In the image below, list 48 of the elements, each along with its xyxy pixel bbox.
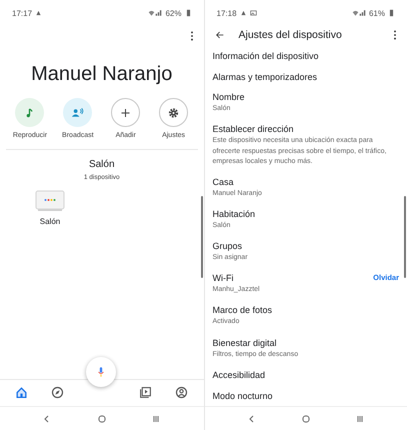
settings-item[interactable]: Accesibilidad xyxy=(212,370,266,380)
settings-item[interactable]: Nombre xyxy=(212,92,399,102)
home-button-icon[interactable] xyxy=(96,414,107,424)
media-library-icon xyxy=(138,386,152,399)
settings-item[interactable]: Marco de fotos xyxy=(212,305,399,316)
signal-icon xyxy=(148,9,162,17)
battery-icon xyxy=(184,9,192,17)
more-options-icon[interactable] xyxy=(190,31,194,41)
settings-item[interactable]: Wi-Fi xyxy=(212,273,374,284)
home-title: Manuel Naranjo xyxy=(30,63,174,86)
status-time: 17:17 xyxy=(12,8,32,18)
home-tab[interactable] xyxy=(14,386,29,400)
settings-button[interactable] xyxy=(159,98,188,127)
battery-icon xyxy=(388,9,395,17)
home-button-icon[interactable] xyxy=(300,414,311,424)
explore-tab[interactable] xyxy=(50,386,65,400)
home-icon xyxy=(14,386,28,399)
image-icon xyxy=(250,9,257,17)
settings-item[interactable]: Modo nocturno xyxy=(212,390,273,401)
device-name: Salón xyxy=(40,217,60,226)
screen-title: Ajustes del dispositivo xyxy=(238,29,342,41)
notification-icon xyxy=(240,9,247,17)
settings-item[interactable]: Bienestar digital xyxy=(212,338,399,348)
recents-icon[interactable] xyxy=(354,414,365,424)
more-options-icon[interactable] xyxy=(393,30,397,40)
recents-icon[interactable] xyxy=(151,414,162,424)
settings-item[interactable]: Establecer dirección xyxy=(212,124,399,134)
settings-icon xyxy=(167,106,180,118)
account-tab[interactable] xyxy=(174,386,188,400)
broadcast-button[interactable] xyxy=(63,98,92,127)
signal-icon xyxy=(352,9,366,17)
settings-item[interactable]: Información del dispositivo xyxy=(212,51,319,62)
account-icon xyxy=(174,386,188,399)
room-name: Salón xyxy=(88,159,116,170)
battery-level: 62% xyxy=(165,8,182,18)
compass-icon xyxy=(50,386,64,399)
settings-item[interactable]: Alarmas y temporizadores xyxy=(212,72,318,82)
media-tab[interactable] xyxy=(138,386,153,400)
back-arrow-icon[interactable] xyxy=(214,30,224,40)
settings-item[interactable]: Casa xyxy=(212,176,399,187)
microphone-icon xyxy=(97,366,105,378)
status-time: 17:18 xyxy=(216,8,237,18)
battery-level: 61% xyxy=(368,8,385,18)
plus-icon xyxy=(119,106,132,118)
broadcast-icon xyxy=(71,106,84,118)
notification-icon xyxy=(35,9,42,17)
settings-item[interactable]: Grupos xyxy=(212,241,399,252)
settings-item[interactable]: Habitación xyxy=(212,208,399,219)
